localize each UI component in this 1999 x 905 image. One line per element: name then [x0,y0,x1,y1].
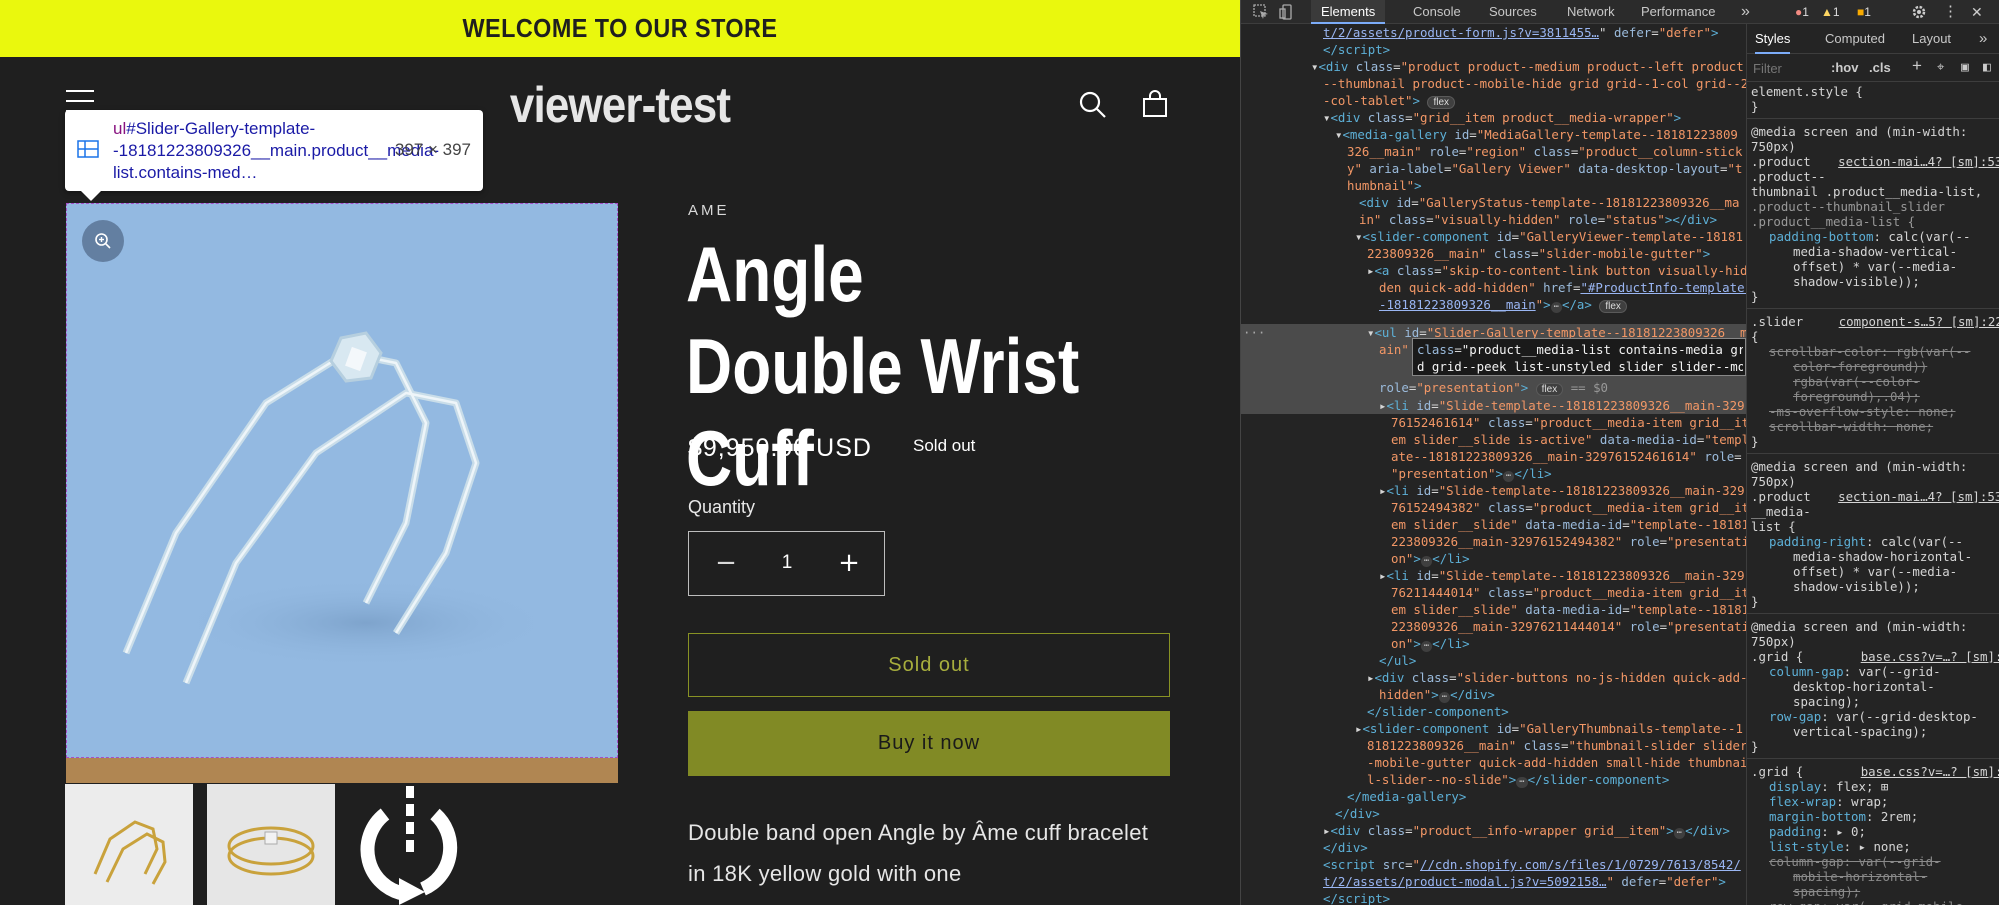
tab-network[interactable]: Network [1567,0,1615,24]
sidebar-toggle-icon[interactable]: ◧ [1983,60,1991,75]
tab-performance[interactable]: Performance [1641,0,1715,24]
cuff-bracelet-image [122,331,556,685]
quantity-label: Quantity [688,497,756,517]
device-toolbar-icon[interactable] [1279,4,1295,20]
devtools-panel: Elements Console Sources Network Perform… [1240,0,1999,905]
inspector-tooltip: ul#Slider-Gallery-template--181812238093… [65,110,483,201]
inspect-element-icon[interactable] [1253,4,1269,20]
new-style-rule-button[interactable]: + [1912,57,1922,74]
zoom-button[interactable] [82,220,124,262]
element-state-icon[interactable]: ▣ [1961,60,1969,75]
warning-count[interactable]: ▲1 [1821,4,1840,20]
tab-layout[interactable]: Layout [1912,24,1951,54]
quantity-input[interactable]: 1 [749,552,825,574]
settings-gear-icon[interactable] [1911,4,1927,20]
gold-cuff-thumbnail-image [207,784,335,905]
announcement-bar: WELCOME TO OUR STORE [0,0,1240,57]
sold-out-button[interactable]: Sold out [688,633,1170,697]
inspector-size: 397 × 397 [394,140,471,159]
computed-styles-icon[interactable]: ⌖ [1937,60,1944,75]
thumbnail-1[interactable] [65,784,193,905]
inspector-selector: ul#Slider-Gallery-template--181812238093… [113,118,439,184]
tab-sources[interactable]: Sources [1489,0,1537,24]
3d-model-icon[interactable] [345,784,475,905]
grid-layout-icon [77,140,99,158]
cart-icon[interactable] [1138,88,1172,122]
inspector-selector-text: #Slider-Gallery-template--18181223809326… [113,119,440,182]
tab-computed[interactable]: Computed [1825,24,1885,54]
store-page: WELCOME TO OUR STORE viewer-test ul#Slid… [0,0,1240,905]
more-style-tabs-button[interactable]: » [1979,24,1987,54]
error-count[interactable]: ●1 [1795,4,1809,20]
product-media-image[interactable] [66,203,618,758]
search-icon[interactable] [1076,88,1110,122]
gold-cuff-thumbnail-image [65,784,193,905]
zoom-icon [95,233,111,249]
close-devtools-icon[interactable]: ✕ [1971,4,1983,20]
product-description: Double band open Angle by Âme cuff brace… [688,820,1149,886]
tab-styles[interactable]: Styles [1755,24,1791,54]
more-options-icon[interactable]: ⋮ [1943,4,1958,20]
styles-tab-bar: Styles Computed Layout » [1747,24,1999,54]
sold-out-badge: Sold out [913,436,976,455]
dom-tree[interactable]: t/2/assets/product-form.js?v=3811455…" d… [1241,24,1746,905]
tab-elements[interactable]: Elements [1311,0,1386,24]
styles-pane: Styles Computed Layout » :hov .cls + ⌖ ▣… [1746,24,1999,905]
tab-console[interactable]: Console [1413,0,1461,24]
class-attribute-edit-box[interactable]: class="product__media-list contains-medi… [1412,338,1746,376]
announcement-text: WELCOME TO OUR STORE [462,13,778,43]
devtools-tab-bar: Elements Console Sources Network Perform… [1241,0,1999,24]
inspector-tag: ul [113,119,127,138]
more-tabs-button[interactable]: » [1741,0,1750,24]
issues-count[interactable]: ■1 [1857,4,1871,20]
product-vendor: AME [688,202,730,219]
styles-filter-bar: :hov .cls + ⌖ ▣ ◧ [1747,54,1999,82]
quantity-stepper: − 1 + [688,531,885,596]
hover-state-toggle[interactable]: :hov [1831,60,1858,75]
quantity-decrease-button[interactable]: − [713,550,739,576]
buy-now-button[interactable]: Buy it now [688,711,1170,776]
product-price: $9,950.00 USD [688,434,872,462]
store-logo[interactable]: viewer-test [497,76,743,134]
class-toggle[interactable]: .cls [1869,60,1891,75]
quantity-increase-button[interactable]: + [836,550,862,576]
media-padding-highlight [66,758,618,783]
thumbnail-2[interactable] [207,784,335,905]
styles-filter-input[interactable] [1753,58,1823,78]
